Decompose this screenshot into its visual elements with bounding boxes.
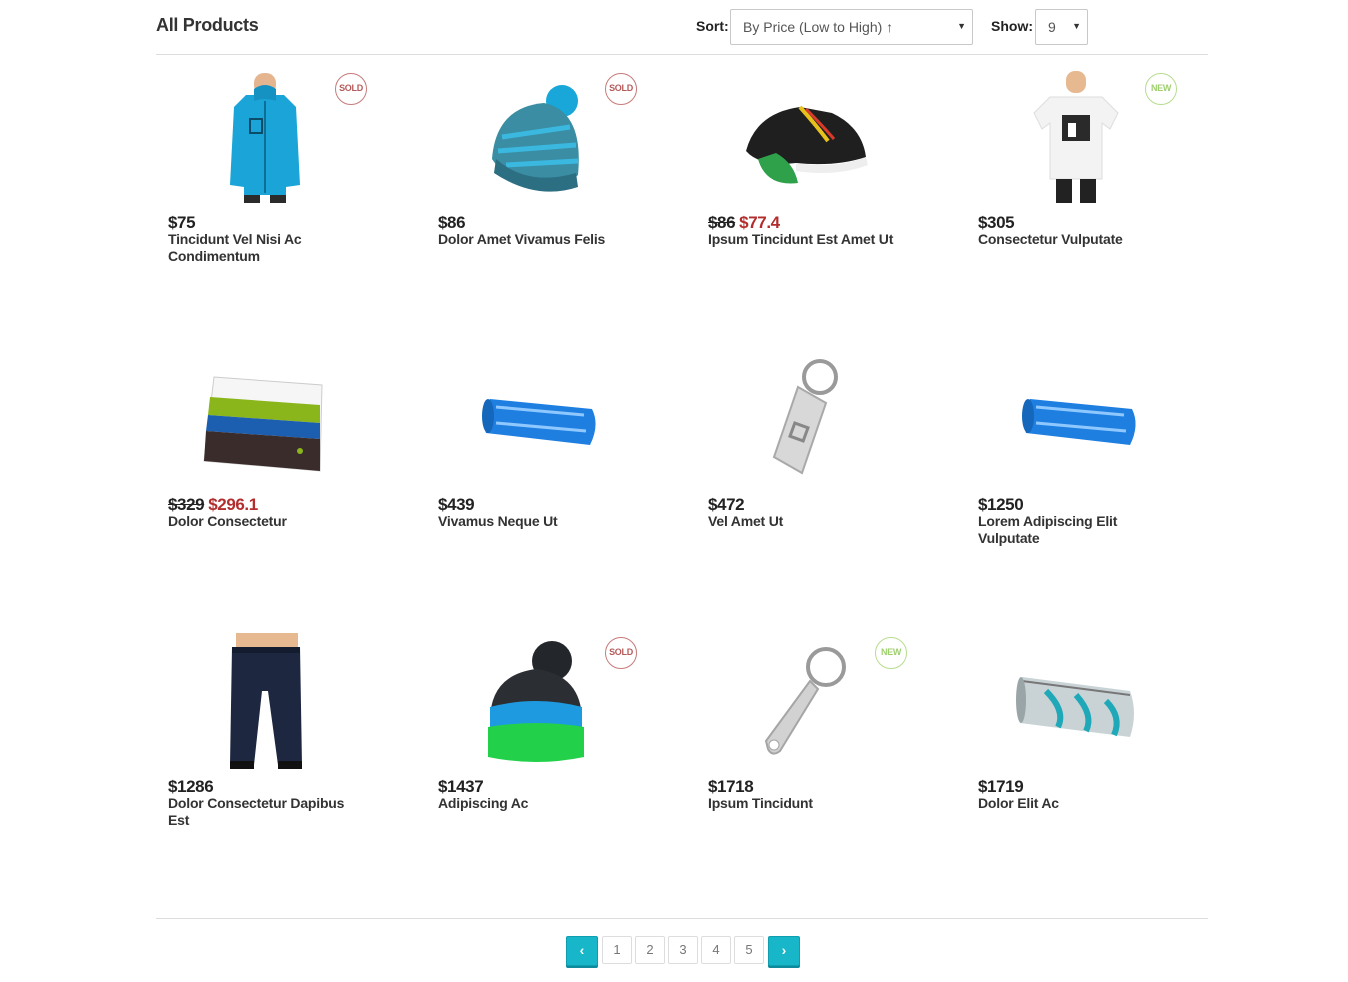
product-card[interactable]: SOLD $75 Tincidunt Vel Nisi Ac Condiment… — [156, 55, 426, 337]
new-badge: NEW — [875, 637, 907, 669]
original-price: $329 — [168, 495, 205, 514]
beanie-image[interactable] — [466, 67, 606, 207]
sale-price: $77.4 — [739, 213, 780, 232]
chevron-right-icon: › — [781, 942, 787, 958]
page-link-5[interactable]: 5 — [734, 936, 764, 964]
price: $1250 — [978, 495, 1024, 514]
product-name-link[interactable]: Dolor Consectetur — [168, 513, 368, 530]
original-price: $86 — [708, 213, 736, 232]
price-row: $75 — [168, 213, 196, 233]
product-card[interactable]: SOLD $86 Dolor Amet Vivamus Felis — [426, 55, 696, 337]
sort-select-value: By Price (Low to High) ↑ — [743, 19, 894, 35]
product-name-link[interactable]: Lorem Adipiscing Elit Vulputate — [978, 513, 1178, 547]
product-card[interactable]: SOLD $1437 Adipiscing Ac — [426, 619, 696, 901]
next-page-button[interactable]: › — [768, 936, 800, 966]
sale-price: $296.1 — [208, 495, 258, 514]
product-name-link[interactable]: Dolor Elit Ac — [978, 795, 1178, 812]
page-link-2[interactable]: 2 — [635, 936, 665, 964]
sold-badge: SOLD — [605, 637, 637, 669]
price-row: $439 — [438, 495, 475, 515]
round-pencil-case-image[interactable] — [1006, 631, 1146, 771]
pencil-case-image[interactable] — [1006, 349, 1146, 489]
price-row: $86 — [438, 213, 466, 233]
price-row: $86 $77.4 — [708, 213, 780, 233]
sort-label: Sort: — [696, 18, 729, 34]
product-name-link[interactable]: Vel Amet Ut — [708, 513, 908, 530]
price-row: $1437 — [438, 777, 484, 797]
product-card[interactable]: $1286 Dolor Consectetur Dapibus Est — [156, 619, 426, 901]
product-name-link[interactable]: Dolor Amet Vivamus Felis — [438, 231, 638, 248]
price-row: $329 $296.1 — [168, 495, 258, 515]
show-select-value: 9 — [1048, 19, 1056, 35]
sold-badge: SOLD — [335, 73, 367, 105]
wallet-image[interactable] — [196, 349, 336, 489]
product-card[interactable]: $329 $296.1 Dolor Consectetur — [156, 337, 426, 619]
listing-toolbar: All Products Sort: By Price (Low to High… — [156, 0, 1208, 55]
product-name-link[interactable]: Tincidunt Vel Nisi Ac Condimentum — [168, 231, 368, 265]
jeans-image[interactable] — [196, 631, 336, 771]
footer-divider — [156, 918, 1208, 919]
price: $1718 — [708, 777, 754, 796]
bottle-opener-image[interactable] — [736, 631, 876, 771]
page-link-1[interactable]: 1 — [602, 936, 632, 964]
price-row: $1286 — [168, 777, 214, 797]
product-name-link[interactable]: Ipsum Tincidunt Est Amet Ut — [708, 231, 908, 248]
product-card[interactable]: $439 Vivamus Neque Ut — [426, 337, 696, 619]
price-row: $1719 — [978, 777, 1024, 797]
keychain-image[interactable] — [736, 349, 876, 489]
show-count-select[interactable]: 9 ▼ — [1035, 9, 1088, 45]
pompom-beanie-image[interactable] — [466, 631, 606, 771]
price-row: $305 — [978, 213, 1015, 233]
prev-page-button[interactable]: ‹ — [566, 936, 598, 966]
price: $75 — [168, 213, 196, 232]
new-badge: NEW — [1145, 73, 1177, 105]
product-card[interactable]: $1719 Dolor Elit Ac — [966, 619, 1236, 901]
price: $472 — [708, 495, 745, 514]
product-name-link[interactable]: Dolor Consectetur Dapibus Est — [168, 795, 368, 829]
product-card[interactable]: $1250 Lorem Adipiscing Elit Vulputate — [966, 337, 1236, 619]
price-row: $1250 — [978, 495, 1024, 515]
show-label: Show: — [991, 18, 1033, 34]
product-name-link[interactable]: Consectetur Vulputate — [978, 231, 1178, 248]
price: $1719 — [978, 777, 1024, 796]
chevron-left-icon: ‹ — [579, 942, 585, 958]
pencil-case-image[interactable] — [466, 349, 606, 489]
product-card[interactable]: $86 $77.4 Ipsum Tincidunt Est Amet Ut — [696, 55, 966, 337]
caret-down-icon: ▼ — [1072, 21, 1081, 31]
product-card[interactable]: NEW $1718 Ipsum Tincidunt — [696, 619, 966, 901]
product-name-link[interactable]: Vivamus Neque Ut — [438, 513, 638, 530]
price: $1286 — [168, 777, 214, 796]
tshirt-image[interactable] — [1006, 67, 1146, 207]
product-card[interactable]: $472 Vel Amet Ut — [696, 337, 966, 619]
product-name-link[interactable]: Ipsum Tincidunt — [708, 795, 908, 812]
sort-select[interactable]: By Price (Low to High) ↑ ▼ — [730, 9, 973, 45]
hoodie-image[interactable] — [196, 67, 336, 207]
page-link-3[interactable]: 3 — [668, 936, 698, 964]
price: $86 — [438, 213, 466, 232]
product-listing: All Products Sort: By Price (Low to High… — [156, 0, 1208, 966]
price: $305 — [978, 213, 1015, 232]
page-title: All Products — [156, 15, 259, 35]
sneaker-image[interactable] — [736, 67, 876, 207]
sold-badge: SOLD — [605, 73, 637, 105]
product-name-link[interactable]: Adipiscing Ac — [438, 795, 638, 812]
price-row: $472 — [708, 495, 745, 515]
price: $439 — [438, 495, 475, 514]
price-row: $1718 — [708, 777, 754, 797]
price: $1437 — [438, 777, 484, 796]
page-link-4[interactable]: 4 — [701, 936, 731, 964]
product-card[interactable]: NEW $305 Consectetur Vulputate — [966, 55, 1236, 337]
caret-down-icon: ▼ — [957, 21, 966, 31]
